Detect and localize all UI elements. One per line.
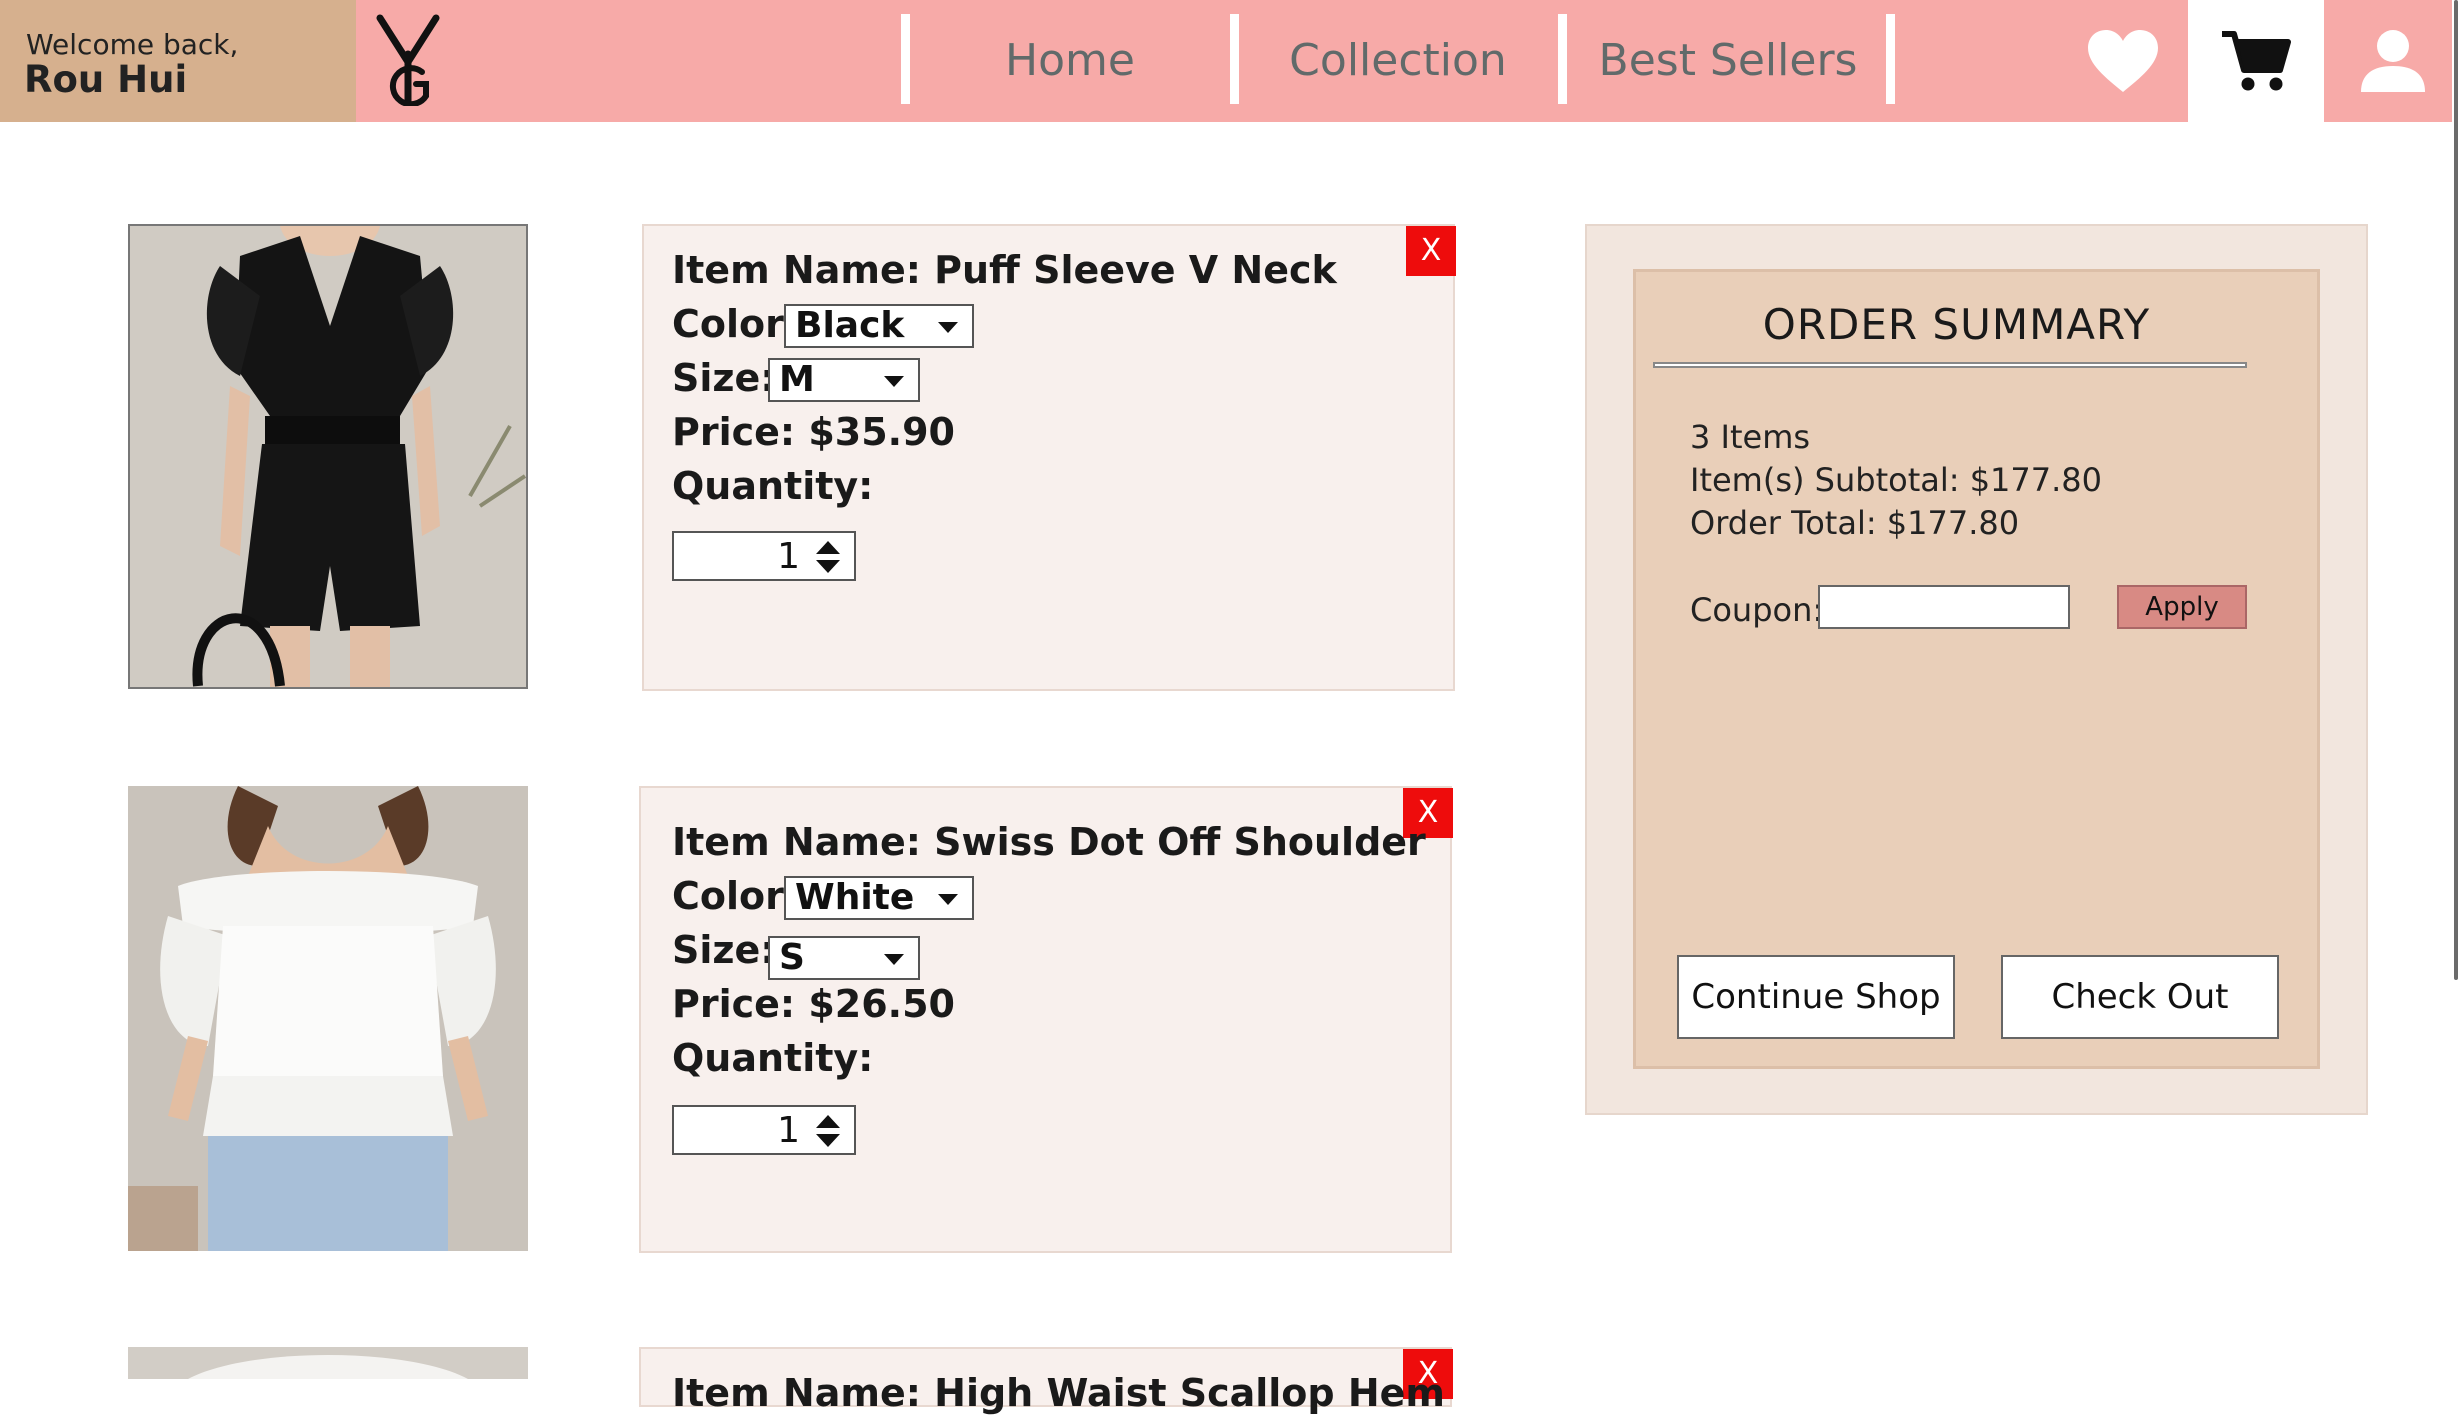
user-name: Rou Hui bbox=[24, 58, 188, 101]
color-select-value: White bbox=[795, 877, 915, 918]
price-value: $26.50 bbox=[808, 982, 955, 1026]
quantity-label: Quantity: bbox=[672, 464, 874, 508]
cart-item-card: X Item Name: Puff Sleeve V Neck Color: B… bbox=[642, 224, 1456, 691]
spinner-up-icon[interactable] bbox=[816, 1115, 840, 1128]
quantity-stepper[interactable]: 1 bbox=[672, 531, 856, 581]
price-label: Price: bbox=[672, 410, 796, 454]
quantity-label: Quantity: bbox=[672, 1036, 874, 1080]
product-photo-white-top bbox=[128, 1347, 528, 1379]
price-row: Price: $35.90 bbox=[672, 410, 955, 454]
quantity-value: 1 bbox=[777, 536, 800, 577]
nav-separator bbox=[901, 14, 910, 104]
size-select-value: S bbox=[779, 937, 805, 978]
nav-collection[interactable]: Collection bbox=[1238, 30, 1558, 92]
item-name-value: High Waist Scallop Hem bbox=[934, 1371, 1446, 1415]
spinner-down-icon[interactable] bbox=[816, 560, 840, 573]
checkout-button[interactable]: Check Out bbox=[2001, 955, 2279, 1039]
order-total: Order Total: $177.80 bbox=[1690, 504, 2020, 542]
coupon-label: Coupon: bbox=[1690, 591, 1824, 629]
size-select-value: M bbox=[779, 359, 815, 400]
apply-coupon-button[interactable]: Apply bbox=[2117, 585, 2247, 629]
summary-divider bbox=[1653, 362, 2247, 368]
top-navigation-bar: Welcome back, Rou Hui Home Collection Be… bbox=[0, 0, 2461, 122]
cart-item-card: X Item Name: Swiss Dot Off Shoulder Colo… bbox=[639, 786, 1453, 1253]
item-name-label: Item Name: bbox=[672, 1371, 921, 1415]
product-image[interactable] bbox=[128, 1347, 528, 1379]
order-summary-title: ORDER SUMMARY bbox=[1762, 300, 2151, 349]
dropdown-caret-icon bbox=[884, 376, 904, 387]
nav-separator bbox=[1886, 14, 1895, 104]
close-icon: X bbox=[1420, 233, 1442, 268]
continue-shopping-button[interactable]: Continue Shop bbox=[1677, 955, 1955, 1039]
item-name-label: Item Name: bbox=[672, 820, 921, 864]
dropdown-caret-icon bbox=[884, 954, 904, 965]
size-label: Size: bbox=[672, 356, 776, 400]
nav-home[interactable]: Home bbox=[910, 30, 1230, 92]
remove-item-button[interactable]: X bbox=[1406, 226, 1456, 276]
item-name-row: Item Name: Puff Sleeve V Neck bbox=[672, 248, 1337, 292]
color-select[interactable]: Black bbox=[784, 304, 974, 348]
wishlist-button[interactable] bbox=[2060, 0, 2186, 122]
item-name-row: Item Name: Swiss Dot Off Shoulder bbox=[672, 820, 1426, 864]
welcome-panel: Welcome back, Rou Hui bbox=[0, 0, 356, 122]
item-name-row: Item Name: High Waist Scallop Hem bbox=[672, 1371, 1445, 1415]
item-name-label: Item Name: bbox=[672, 248, 921, 292]
nav-best-sellers[interactable]: Best Sellers bbox=[1568, 30, 1888, 92]
order-summary-box bbox=[1633, 269, 2320, 1069]
coupon-input[interactable] bbox=[1818, 585, 2070, 629]
user-icon bbox=[2360, 30, 2425, 92]
price-value: $35.90 bbox=[808, 410, 955, 454]
account-button[interactable] bbox=[2324, 0, 2461, 122]
heart-icon bbox=[2088, 30, 2158, 92]
color-label: Color: bbox=[672, 302, 800, 346]
dropdown-caret-icon bbox=[938, 894, 958, 905]
color-label: Color: bbox=[672, 874, 800, 918]
color-select[interactable]: White bbox=[784, 876, 974, 920]
product-photo-black-romper bbox=[130, 226, 526, 687]
items-count: 3 Items bbox=[1690, 418, 1811, 456]
subtotal: Item(s) Subtotal: $177.80 bbox=[1690, 461, 2103, 499]
item-name-value: Puff Sleeve V Neck bbox=[934, 248, 1337, 292]
spinner-down-icon[interactable] bbox=[816, 1134, 840, 1147]
size-select[interactable]: M bbox=[768, 358, 920, 402]
scrollbar-thumb[interactable] bbox=[2454, 0, 2458, 980]
welcome-label: Welcome back, bbox=[26, 28, 239, 61]
nav-separator bbox=[1558, 14, 1567, 104]
dropdown-caret-icon bbox=[938, 322, 958, 333]
item-name-value: Swiss Dot Off Shoulder bbox=[934, 820, 1426, 864]
price-label: Price: bbox=[672, 982, 796, 1026]
size-label: Size: bbox=[672, 928, 776, 972]
size-select[interactable]: S bbox=[768, 936, 920, 980]
quantity-value: 1 bbox=[777, 1110, 800, 1151]
cart-button[interactable] bbox=[2188, 0, 2324, 122]
color-select-value: Black bbox=[795, 305, 905, 346]
product-image[interactable] bbox=[128, 786, 528, 1251]
cart-item-card: X Item Name: High Waist Scallop Hem bbox=[639, 1347, 1453, 1415]
price-row: Price: $26.50 bbox=[672, 982, 955, 1026]
product-image[interactable] bbox=[128, 224, 528, 689]
cart-icon bbox=[2222, 31, 2291, 91]
spinner-up-icon[interactable] bbox=[816, 541, 840, 554]
quantity-stepper[interactable]: 1 bbox=[672, 1105, 856, 1155]
product-photo-white-blouse bbox=[128, 786, 528, 1251]
brand-logo-icon[interactable] bbox=[376, 14, 446, 106]
